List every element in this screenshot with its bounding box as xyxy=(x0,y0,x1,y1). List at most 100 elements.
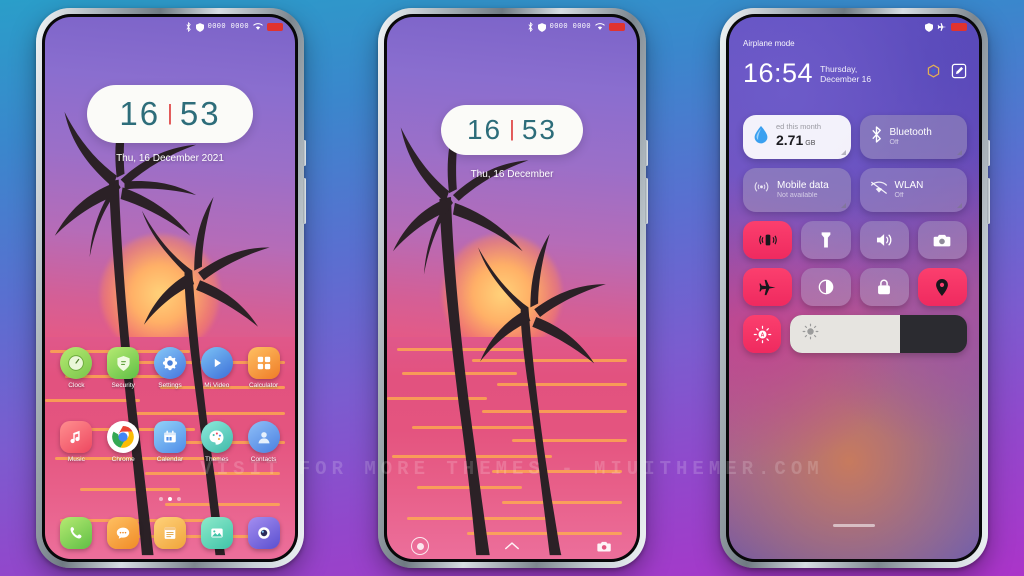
power-button[interactable] xyxy=(303,140,306,166)
notes-icon xyxy=(153,517,186,549)
app-music[interactable]: Music xyxy=(54,421,98,463)
gear-icon xyxy=(153,347,186,379)
dock-messages[interactable] xyxy=(101,517,145,552)
edit-icon[interactable] xyxy=(951,63,967,84)
page-dot-active[interactable] xyxy=(168,497,172,501)
mobile-data-title: Mobile data xyxy=(777,180,829,192)
screenshot-canvas: VISIT FOR MORE THEMES - MIUITHEMER.COM 0… xyxy=(0,0,1024,576)
app-calculator[interactable]: Calculator xyxy=(242,347,286,389)
dock-phone[interactable] xyxy=(54,517,98,552)
drag-handle[interactable] xyxy=(833,524,875,527)
flashlight-toggle[interactable] xyxy=(801,221,851,259)
status-bar xyxy=(729,17,979,37)
page-dot[interactable] xyxy=(177,497,181,501)
clock-separator: | xyxy=(167,100,173,125)
record-circle-icon[interactable] xyxy=(409,535,431,557)
tile-row-1: ed this month 2.71 GB Bluetooth Off xyxy=(743,115,967,159)
app-settings[interactable]: Settings xyxy=(148,347,192,389)
clock-separator: | xyxy=(509,116,515,141)
vibrate-toggle[interactable] xyxy=(743,221,793,259)
settings-gear-icon[interactable] xyxy=(926,63,941,84)
data-usage-tile[interactable]: ed this month 2.71 GB xyxy=(743,115,851,159)
page-dot[interactable] xyxy=(159,497,163,501)
dock-gallery[interactable] xyxy=(195,517,239,552)
dark-mode-toggle[interactable] xyxy=(801,268,851,306)
battery-icon xyxy=(951,23,967,31)
clock-minutes: 53 xyxy=(521,114,558,145)
shield-icon xyxy=(107,347,140,379)
clock-hours: 16 xyxy=(119,95,161,132)
dock xyxy=(45,517,295,552)
lock-date-label: Thu, 16 December xyxy=(470,169,554,180)
page-indicator xyxy=(45,497,295,501)
bluetooth-state: Off xyxy=(889,138,899,146)
camera-icon[interactable] xyxy=(593,535,615,557)
resize-corner-icon xyxy=(840,203,846,208)
bluetooth-icon xyxy=(185,22,192,32)
app-label: Security xyxy=(111,382,135,389)
app-themes[interactable]: Themes xyxy=(195,421,239,463)
app-row: Music Chrome Calendar Themes Contacts xyxy=(45,421,295,463)
bluetooth-tile[interactable]: Bluetooth Off xyxy=(859,115,967,159)
bluetooth-icon xyxy=(527,22,534,32)
music-note-icon xyxy=(60,421,93,453)
mobile-data-state: Not available xyxy=(777,191,818,199)
bluetooth-title: Bluetooth xyxy=(889,127,932,139)
palette-icon xyxy=(200,421,233,453)
status-bar: 0000 0000 xyxy=(45,17,295,37)
volume-button[interactable] xyxy=(645,178,648,224)
app-security[interactable]: Security xyxy=(101,347,145,389)
lock-clock-widget: 16 | 53 xyxy=(441,105,583,155)
app-chrome[interactable]: Chrome xyxy=(101,421,145,463)
app-clock[interactable]: Clock xyxy=(54,347,98,389)
power-button[interactable] xyxy=(987,140,990,166)
wifi-icon xyxy=(253,23,263,31)
lock-clock-widget: 16 | 53 xyxy=(87,85,253,143)
message-icon xyxy=(107,517,140,549)
lock-toggle[interactable] xyxy=(859,268,909,306)
wifi-off-icon xyxy=(870,181,888,200)
app-label: Clock xyxy=(68,382,85,389)
app-label: Settings xyxy=(158,382,182,389)
lock-navigation-bar xyxy=(387,535,637,557)
camera-icon xyxy=(247,517,280,549)
mobile-data-tile[interactable]: Mobile data Not available xyxy=(743,168,851,212)
resize-corner-icon xyxy=(840,150,846,155)
gallery-icon xyxy=(200,517,233,549)
wifi-icon xyxy=(595,23,605,31)
dock-notes[interactable] xyxy=(148,517,192,552)
calendar-icon xyxy=(153,421,186,453)
volume-toggle[interactable] xyxy=(859,221,909,259)
app-label: Calculator xyxy=(248,382,279,389)
app-label: Themes xyxy=(205,456,229,463)
airplane-toggle[interactable] xyxy=(743,268,793,306)
signal-dots: 0000 0000 xyxy=(207,23,249,31)
app-contacts[interactable]: Contacts xyxy=(242,421,286,463)
phone-2-lock-screen: 0000 0000 16 | 53 Thu, 16 December xyxy=(378,8,648,568)
svg-text:A: A xyxy=(760,332,764,338)
app-calendar[interactable]: Calendar xyxy=(148,421,192,463)
airplane-icon xyxy=(937,22,947,32)
dock-camera[interactable] xyxy=(242,517,286,552)
auto-brightness-icon: A xyxy=(753,325,771,343)
location-toggle[interactable] xyxy=(917,268,967,306)
screenshot-toggle[interactable] xyxy=(917,221,967,259)
toggle-grid-row-2 xyxy=(743,268,967,306)
app-grid-row-2: Music Chrome Calendar Themes Contacts xyxy=(45,421,295,463)
auto-brightness-toggle[interactable]: A xyxy=(743,315,781,353)
battery-icon xyxy=(267,23,283,31)
volume-button[interactable] xyxy=(987,178,990,224)
shield-icon xyxy=(195,22,204,32)
wlan-tile[interactable]: WLAN Off xyxy=(859,168,967,212)
cell-tower-icon xyxy=(753,179,770,201)
tile-row-2: Mobile data Not available WLAN Off xyxy=(743,168,967,212)
app-row: Clock Security Settings Mi Video Calcula… xyxy=(45,347,295,389)
volume-button[interactable] xyxy=(303,178,306,224)
chevron-up-icon[interactable] xyxy=(501,535,523,557)
data-usage-title: ed this month xyxy=(776,122,822,132)
app-mi-video[interactable]: Mi Video xyxy=(195,347,239,389)
shield-icon xyxy=(925,22,933,32)
brightness-row: A xyxy=(743,315,967,353)
brightness-slider[interactable] xyxy=(790,315,967,353)
power-button[interactable] xyxy=(645,140,648,166)
